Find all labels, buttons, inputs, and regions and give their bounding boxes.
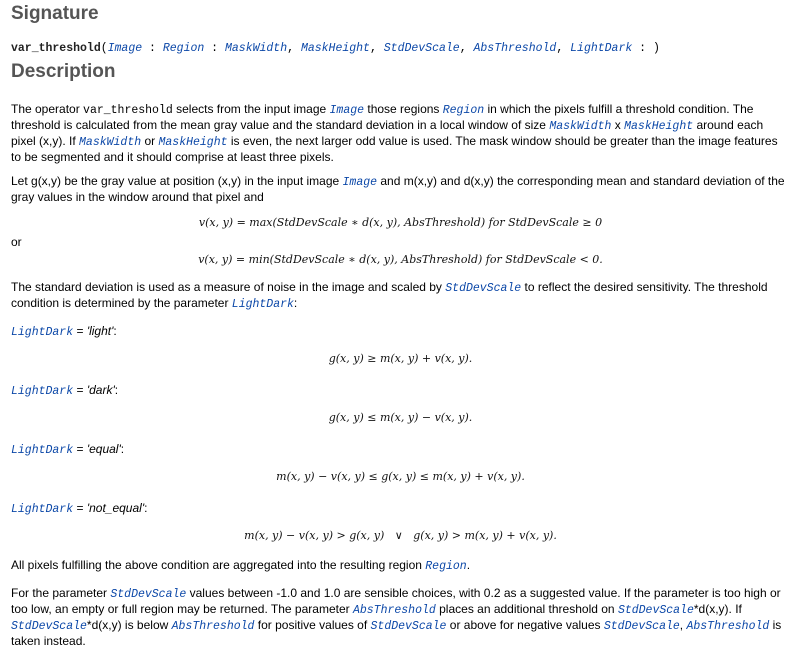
text: = bbox=[73, 501, 87, 515]
param-link[interactable]: LightDark bbox=[570, 42, 632, 55]
text: selects from the input image bbox=[172, 102, 330, 116]
condition-value: 'equal' bbox=[86, 442, 121, 456]
param-link[interactable]: MaskHeight bbox=[624, 120, 693, 133]
signature-separator: : bbox=[204, 42, 225, 55]
or-text: or bbox=[11, 235, 22, 249]
description-paragraph: The standard deviation is used as a meas… bbox=[11, 280, 790, 312]
text: The standard deviation is used as a meas… bbox=[11, 280, 446, 294]
condition-label: LightDark = 'not_equal': bbox=[11, 501, 790, 517]
text: For the parameter bbox=[11, 586, 111, 600]
param-link[interactable]: Region bbox=[443, 104, 484, 117]
text: : bbox=[293, 296, 298, 310]
condition-value: 'dark' bbox=[86, 383, 115, 397]
text: *d(x,y). If bbox=[693, 602, 742, 616]
text: places an additional threshold on bbox=[435, 602, 618, 616]
text: : bbox=[120, 442, 125, 456]
equation-max: v(x, y) = max(StdDevScale ∗ d(x, y), Abs… bbox=[198, 216, 603, 229]
signature-separator: : bbox=[142, 42, 163, 55]
param-link[interactable]: StdDevScale bbox=[371, 620, 447, 633]
text: those regions bbox=[364, 102, 443, 116]
text: or above for negative values bbox=[446, 618, 604, 632]
text: = bbox=[73, 442, 87, 456]
param-link[interactable]: StdDevScale bbox=[11, 620, 87, 633]
param-link[interactable]: LightDark bbox=[232, 298, 294, 311]
param-link[interactable]: LightDark bbox=[11, 444, 73, 457]
param-link[interactable]: StdDevScale bbox=[618, 604, 694, 617]
description-heading: Description bbox=[11, 61, 116, 82]
condition-formula: g(x, y) ≥ m(x, y) + v(x, y). bbox=[328, 352, 473, 365]
param-link[interactable]: Image bbox=[330, 104, 365, 117]
text: = bbox=[73, 383, 87, 397]
param-link[interactable]: Image bbox=[108, 42, 143, 55]
text: : bbox=[113, 324, 117, 338]
text: : bbox=[144, 501, 148, 515]
operator-name: var_threshold bbox=[11, 42, 101, 55]
param-link[interactable]: StdDevScale bbox=[604, 620, 680, 633]
param-link[interactable]: MaskHeight bbox=[301, 42, 370, 55]
text: All pixels fulfilling the above conditio… bbox=[11, 558, 426, 572]
condition-formula: m(x, y) − v(x, y) ≤ g(x, y) ≤ m(x, y) + … bbox=[276, 470, 525, 483]
condition-label: LightDark = 'dark': bbox=[11, 383, 790, 399]
description-paragraph: Let g(x,y) be the gray value at position… bbox=[11, 174, 790, 205]
condition-label: LightDark = 'light': bbox=[11, 324, 790, 340]
param-link[interactable]: Region bbox=[425, 560, 466, 573]
param-link[interactable]: StdDevScale bbox=[445, 282, 521, 295]
operator-name-inline: var_threshold bbox=[83, 104, 173, 117]
condition-value: 'not_equal' bbox=[86, 501, 145, 515]
text: *d(x,y) is below bbox=[86, 618, 172, 632]
description-paragraph: For the parameter StdDevScale values bet… bbox=[11, 586, 790, 649]
description-paragraph: The operator var_threshold selects from … bbox=[11, 102, 790, 165]
text: or bbox=[141, 134, 159, 148]
equation-min: v(x, y) = min(StdDevScale ∗ d(x, y), Abs… bbox=[198, 253, 603, 266]
param-link[interactable]: StdDevScale bbox=[110, 588, 186, 601]
description-paragraph: All pixels fulfilling the above conditio… bbox=[11, 558, 790, 574]
param-link[interactable]: AbsThreshold bbox=[686, 620, 769, 633]
text: x bbox=[611, 118, 625, 132]
signature-heading: Signature bbox=[11, 3, 99, 24]
param-link[interactable]: Region bbox=[163, 42, 204, 55]
param-link[interactable]: MaskWidth bbox=[225, 42, 287, 55]
param-link[interactable]: AbsThreshold bbox=[474, 42, 557, 55]
condition-label: LightDark = 'equal': bbox=[11, 442, 790, 458]
param-link[interactable]: LightDark bbox=[11, 385, 73, 398]
param-link[interactable]: StdDevScale bbox=[384, 42, 460, 55]
param-link[interactable]: MaskHeight bbox=[158, 136, 227, 149]
param-link[interactable]: AbsThreshold bbox=[353, 604, 436, 617]
text: Let g(x,y) be the gray value at position… bbox=[11, 174, 343, 188]
param-link[interactable]: AbsThreshold bbox=[172, 620, 255, 633]
condition-formula: g(x, y) ≤ m(x, y) − v(x, y). bbox=[328, 411, 473, 424]
param-link[interactable]: LightDark bbox=[11, 503, 73, 516]
signature-open: ( bbox=[100, 42, 108, 55]
condition-value: 'light' bbox=[86, 324, 114, 338]
text: for positive values of bbox=[254, 618, 371, 632]
text: . bbox=[466, 558, 471, 572]
operator-signature: var_threshold(Image : Region : MaskWidth… bbox=[11, 42, 660, 55]
condition-formula: m(x, y) − v(x, y) > g(x, y) ∨ g(x, y) > … bbox=[244, 529, 557, 542]
param-link[interactable]: MaskWidth bbox=[79, 136, 141, 149]
reference-page: Signature var_threshold(Image : Region :… bbox=[0, 2, 800, 649]
signature-close: : ) bbox=[632, 42, 660, 55]
text: : bbox=[114, 383, 119, 397]
param-link[interactable]: Image bbox=[343, 176, 378, 189]
text: The operator bbox=[11, 102, 84, 116]
param-link[interactable]: MaskWidth bbox=[549, 120, 611, 133]
text: = bbox=[73, 324, 87, 338]
param-link[interactable]: LightDark bbox=[11, 326, 73, 339]
